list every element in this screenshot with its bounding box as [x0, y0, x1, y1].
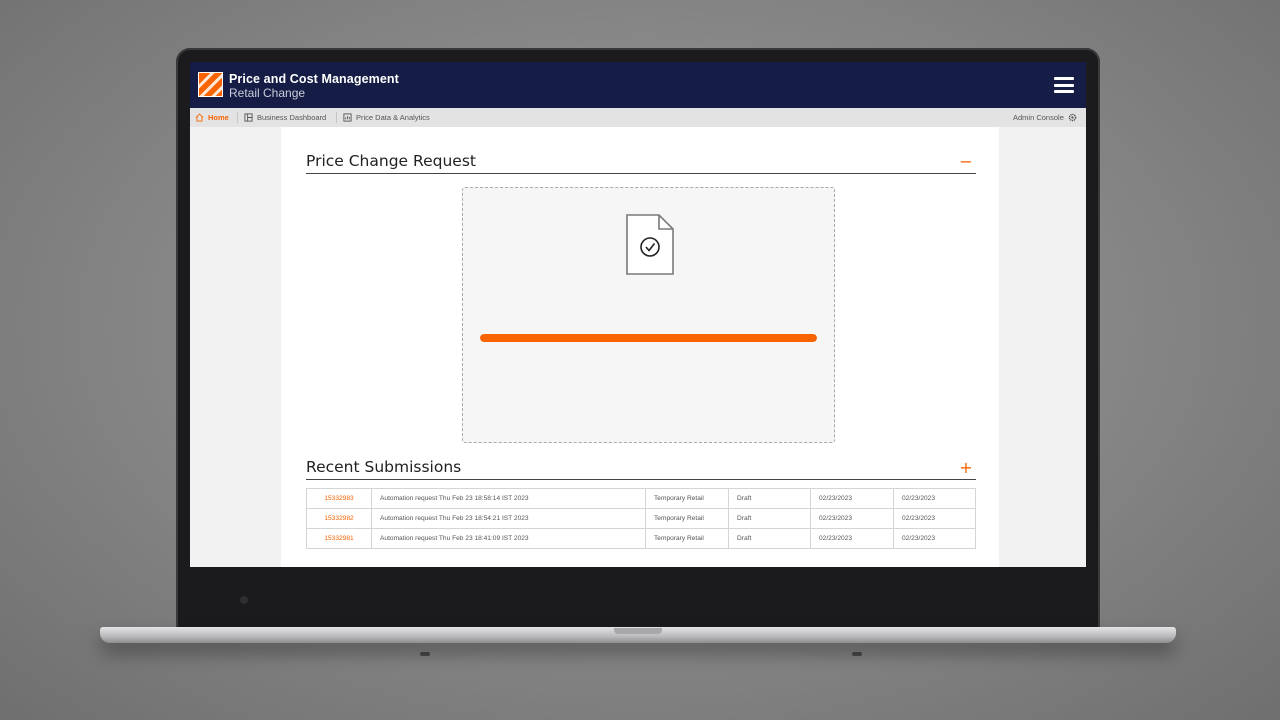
- laptop-foot: [852, 652, 862, 656]
- submission-description: Automation request Thu Feb 23 18:41:09 I…: [371, 528, 646, 549]
- price-change-header: Price Change Request −: [306, 152, 976, 174]
- recent-submissions-title: Recent Submissions: [306, 458, 462, 476]
- submission-description: Automation request Thu Feb 23 18:54:21 I…: [371, 508, 646, 529]
- nav-divider: [237, 112, 238, 123]
- submission-id-link[interactable]: 15332983: [306, 488, 372, 509]
- hamburger-menu-icon[interactable]: [1054, 77, 1074, 93]
- submission-effective-date: 02/23/2023: [893, 508, 976, 529]
- expand-button[interactable]: +: [959, 458, 973, 477]
- submission-description: Automation request Thu Feb 23 18:58:14 I…: [371, 488, 646, 509]
- price-change-title: Price Change Request: [306, 152, 476, 170]
- nav-price-data[interactable]: Price Data & Analytics: [343, 113, 430, 122]
- table-row[interactable]: 15332981 Automation request Thu Feb 23 1…: [306, 528, 976, 549]
- nav-price-data-label: Price Data & Analytics: [356, 113, 430, 122]
- app-header: Price and Cost Management Retail Change: [190, 62, 1086, 108]
- submission-created-date: 02/23/2023: [810, 508, 894, 529]
- submission-type: Temporary Retail: [645, 488, 729, 509]
- bar-chart-icon: [343, 113, 352, 122]
- submission-id-link[interactable]: 15332982: [306, 508, 372, 529]
- nav-business-dashboard[interactable]: Business Dashboard: [244, 113, 326, 122]
- recent-submissions-header: Recent Submissions +: [306, 458, 976, 480]
- nav-admin-console-label: Admin Console: [1013, 113, 1064, 122]
- navbar: Home Business Dashboard Price Data & Ana…: [190, 108, 1086, 127]
- submission-id-link[interactable]: 15332981: [306, 528, 372, 549]
- table-row[interactable]: 15332982 Automation request Thu Feb 23 1…: [306, 508, 976, 529]
- home-icon: [195, 113, 204, 122]
- submission-created-date: 02/23/2023: [810, 488, 894, 509]
- nav-home-label: Home: [208, 113, 229, 122]
- submission-status: Draft: [728, 528, 811, 549]
- nav-home[interactable]: Home: [195, 113, 229, 122]
- nav-divider: [336, 112, 337, 123]
- nav-business-dashboard-label: Business Dashboard: [257, 113, 327, 122]
- submission-created-date: 02/23/2023: [810, 528, 894, 549]
- submission-effective-date: 02/23/2023: [893, 488, 976, 509]
- submission-status: Draft: [728, 508, 811, 529]
- submission-effective-date: 02/23/2023: [893, 528, 976, 549]
- upload-progress-bar: [480, 334, 817, 342]
- laptop-notch: [614, 628, 662, 634]
- dashboard-icon: [244, 113, 253, 122]
- submissions-table: 15332983 Automation request Thu Feb 23 1…: [306, 488, 976, 549]
- app-title: Price and Cost Management: [229, 72, 399, 86]
- gear-icon: [1068, 113, 1077, 122]
- collapse-button[interactable]: −: [959, 152, 973, 171]
- table-row[interactable]: 15332983 Automation request Thu Feb 23 1…: [306, 488, 976, 509]
- upload-progress-fill: [480, 334, 817, 342]
- app-subtitle: Retail Change: [229, 86, 306, 100]
- main-card: Price Change Request − Recent Submission…: [281, 127, 999, 567]
- submission-status: Draft: [728, 488, 811, 509]
- submission-type: Temporary Retail: [645, 528, 729, 549]
- webcam: [240, 596, 248, 604]
- screen: Price and Cost Management Retail Change …: [190, 62, 1086, 567]
- brand-logo[interactable]: [198, 72, 223, 97]
- submission-type: Temporary Retail: [645, 508, 729, 529]
- nav-admin-console[interactable]: Admin Console: [1013, 113, 1077, 122]
- file-dropzone[interactable]: [462, 187, 835, 443]
- laptop-foot: [420, 652, 430, 656]
- file-check-icon: [626, 214, 674, 275]
